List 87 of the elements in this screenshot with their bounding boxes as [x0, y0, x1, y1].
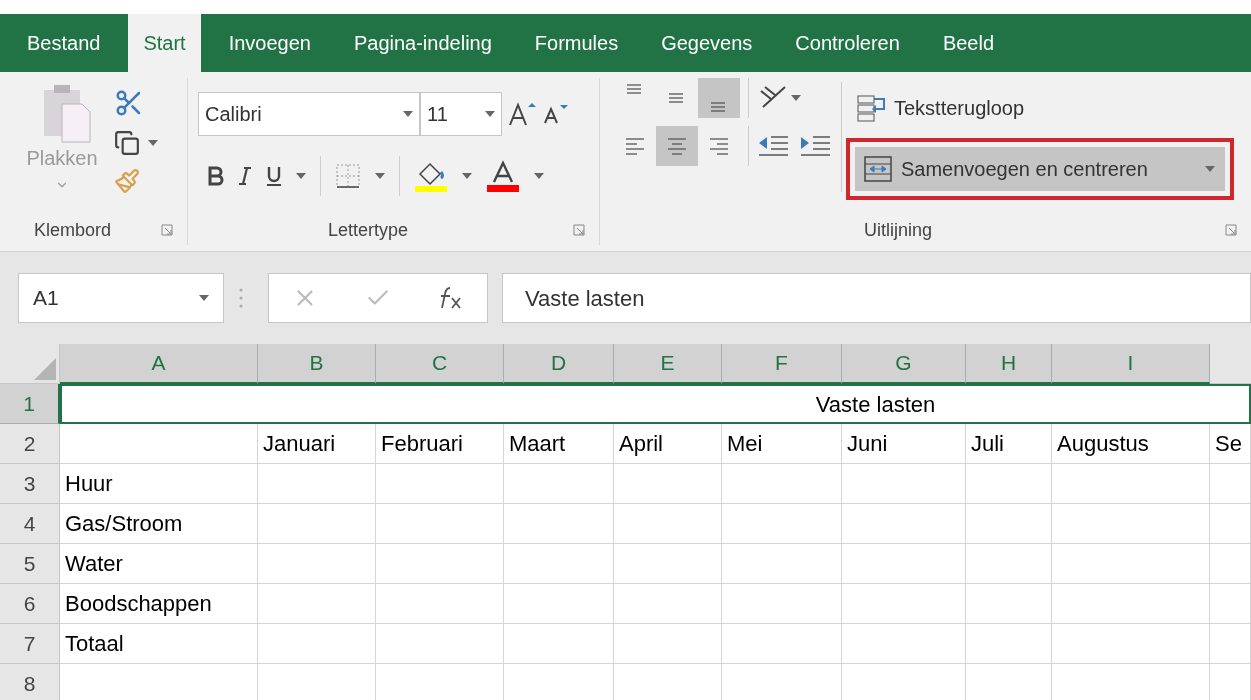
copy-icon[interactable]	[114, 130, 140, 156]
column-header[interactable]: C	[376, 344, 504, 384]
wrap-text-icon	[856, 93, 888, 123]
caret-icon	[485, 111, 495, 117]
center-align-icon	[667, 137, 687, 155]
fill-color-icon[interactable]	[414, 160, 448, 192]
group-label: Lettertype	[328, 218, 409, 242]
align-button[interactable]	[656, 126, 698, 166]
table-cell	[1210, 584, 1251, 624]
column-header[interactable]: I	[1052, 344, 1210, 384]
table-cell	[1210, 504, 1251, 544]
column-header[interactable]: F	[722, 344, 842, 384]
font-color-icon[interactable]	[486, 160, 520, 192]
formula-field[interactable]: Vaste lasten	[502, 273, 1251, 323]
italic-icon[interactable]	[238, 166, 252, 186]
paintbrush-icon[interactable]	[114, 168, 140, 194]
ribbon-tab[interactable]: Beeld	[927, 14, 1010, 72]
row-header[interactable]: 4	[0, 504, 60, 544]
table-cell: Augustus	[1052, 424, 1210, 464]
ribbon-tab[interactable]: Start	[128, 14, 201, 72]
caret-icon	[375, 173, 385, 179]
column-header[interactable]: G	[842, 344, 966, 384]
name-box[interactable]: A1	[18, 273, 224, 323]
table-cell: Se	[1210, 424, 1251, 464]
caret-icon	[148, 140, 158, 146]
table-cell: Juli	[966, 424, 1052, 464]
table-cell: Januari	[258, 424, 376, 464]
merge-cells-icon	[863, 155, 893, 183]
font-name-field[interactable]: Calibri	[198, 92, 420, 136]
dialog-launcher-icon[interactable]	[161, 224, 173, 236]
grip-icon	[238, 286, 244, 310]
grow-font-icon[interactable]	[508, 101, 536, 127]
column-header[interactable]: B	[258, 344, 376, 384]
column-header[interactable]: A	[60, 344, 258, 384]
caret-icon	[791, 95, 801, 101]
caret-icon	[403, 111, 413, 117]
caret-icon	[534, 173, 544, 179]
align-button[interactable]	[698, 78, 740, 118]
table-cell: Mei	[722, 424, 842, 464]
ribbon-tab[interactable]: Bestand	[12, 14, 116, 72]
increase-indent-icon[interactable]	[799, 133, 831, 159]
caret-icon	[296, 173, 306, 179]
row-header[interactable]: 8	[0, 664, 60, 700]
bold-icon[interactable]	[208, 166, 224, 186]
table-cell: Boodschappen	[60, 584, 258, 624]
left-align-icon	[625, 137, 645, 155]
table-cell: Water	[60, 544, 258, 584]
merge-center-button[interactable]: Samenvoegen en centreren	[855, 147, 1225, 191]
ribbon-tab[interactable]: Pagina-indeling	[338, 14, 507, 72]
ribbon-tab[interactable]: Invoegen	[213, 14, 326, 72]
column-header[interactable]: E	[614, 344, 722, 384]
table-cell: Huur	[60, 464, 258, 504]
table-cell	[1210, 624, 1251, 664]
column-header[interactable]: D	[504, 344, 614, 384]
row-header[interactable]: 7	[0, 624, 60, 664]
dialog-launcher-icon[interactable]	[1225, 224, 1237, 236]
table-cell: April	[614, 424, 722, 464]
row-header[interactable]: 1	[0, 384, 60, 424]
ribbon-tab[interactable]: Gegevens	[646, 14, 768, 72]
borders-icon[interactable]	[335, 163, 361, 189]
table-cell	[1210, 464, 1251, 504]
row-header[interactable]: 5	[0, 544, 60, 584]
ribbon-tab[interactable]: Formules	[519, 14, 634, 72]
dialog-launcher-icon[interactable]	[573, 224, 585, 236]
caret-icon	[462, 173, 472, 179]
font-size-field[interactable]: 11	[420, 92, 502, 136]
merged-cell[interactable]: Vaste lasten	[60, 384, 1251, 424]
table-cell	[1210, 544, 1251, 584]
table-cell: Gas/Stroom	[60, 504, 258, 544]
group-label: Klembord	[34, 218, 112, 242]
shrink-font-icon[interactable]	[542, 103, 568, 125]
wrap-text-button[interactable]: Tekstterugloop	[852, 88, 1234, 128]
caret-icon	[1205, 166, 1215, 172]
underline-icon[interactable]	[266, 165, 282, 187]
table-cell: Juni	[842, 424, 966, 464]
row-header[interactable]: 2	[0, 424, 60, 464]
row-header[interactable]: 3	[0, 464, 60, 504]
table-cell: Maart	[504, 424, 614, 464]
ribbon-tab[interactable]: Controleren	[780, 14, 915, 72]
table-cell: Februari	[376, 424, 504, 464]
right-align-icon	[709, 137, 729, 155]
decrease-indent-icon[interactable]	[757, 133, 789, 159]
caret-icon	[199, 295, 209, 301]
table-cell: Totaal	[60, 624, 258, 664]
row-header[interactable]: 6	[0, 584, 60, 624]
column-header[interactable]: H	[966, 344, 1052, 384]
group-label: Uitlijning	[864, 218, 933, 242]
